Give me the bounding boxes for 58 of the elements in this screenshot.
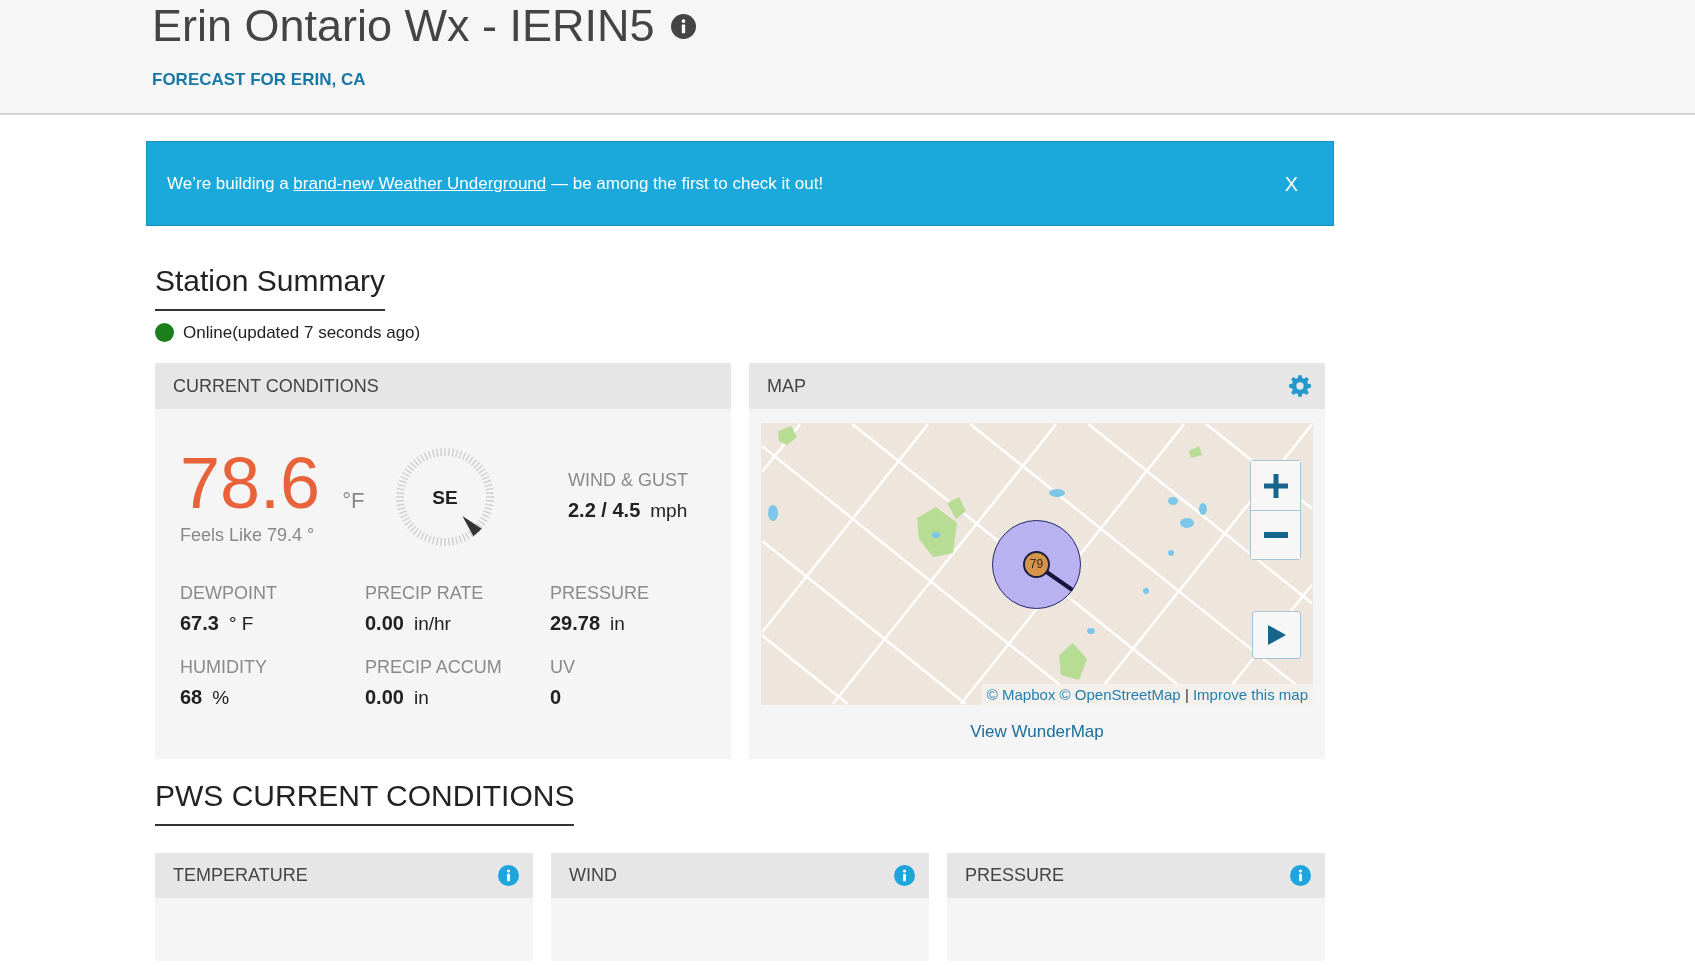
metric-label: UV	[550, 656, 576, 678]
feels-like-text: Feels Like 79.4 °	[180, 524, 316, 546]
temperature-unit: °F	[342, 487, 365, 515]
lake-area	[768, 505, 778, 521]
wind-value: 2.2 / 4.5 mph	[568, 498, 688, 523]
panel-title: WIND	[569, 864, 617, 887]
announcement-text: We’re building a brand-new Weather Underground — be among the first to check it out!	[167, 172, 824, 195]
attribution-link[interactable]: Improve this map	[1192, 686, 1308, 703]
lake-area	[1168, 550, 1174, 556]
compass-ring-icon	[395, 447, 495, 547]
metric-value: 29.78 in	[550, 611, 626, 636]
temperature-value: 78.6	[180, 447, 321, 519]
park-area	[1059, 643, 1087, 680]
announcement-link[interactable]: brand-new Weather Underground	[293, 173, 547, 193]
forecast-link[interactable]: FORECAST FOR ERIN, CA	[152, 70, 366, 90]
metric-value: 68 %	[180, 685, 231, 710]
attribution-separator: |	[1184, 686, 1189, 703]
metric-value: 0.00 in/hr	[365, 611, 452, 636]
section-heading: Station Summary	[155, 263, 386, 311]
section-heading: PWS CURRENT CONDITIONS	[155, 778, 575, 826]
wundermap-link[interactable]: View WunderMap	[970, 721, 1104, 742]
metric-label: PRECIP ACCUM	[365, 656, 503, 678]
lake-area	[1168, 497, 1178, 505]
station-title: Erin Ontario Wx - IERIN5	[152, 0, 655, 52]
attribution-link[interactable]: © OpenStreetMap	[1059, 686, 1181, 703]
zoom-out-button[interactable]	[1251, 510, 1300, 559]
panel-title: PRESSURE	[965, 864, 1065, 887]
metric-label: PRESSURE	[550, 582, 651, 604]
temperature-marker[interactable]: 79	[1023, 551, 1050, 578]
lake-area	[1180, 518, 1194, 528]
lake-area	[1049, 489, 1065, 497]
panel-title: MAP	[767, 374, 806, 398]
close-button[interactable]: X	[1282, 171, 1300, 196]
metric-value: 0.00 in	[365, 685, 430, 710]
wind-direction: SE	[432, 486, 458, 508]
play-icon	[1267, 625, 1286, 645]
lake-area	[1087, 628, 1095, 634]
lake-area	[932, 532, 940, 538]
lake-area	[1199, 503, 1207, 515]
settings-icon[interactable]	[1289, 375, 1311, 397]
metric-label: PRECIP RATE	[365, 582, 485, 604]
attribution-link[interactable]: © Mapbox	[986, 686, 1056, 703]
compass-arrow-icon	[462, 515, 482, 537]
panel-title: CURRENT CONDITIONS	[173, 374, 379, 398]
metric-label: DEWPOINT	[180, 582, 278, 604]
park-area	[778, 426, 797, 445]
minus-icon	[1263, 532, 1288, 538]
metric-value: 0	[550, 685, 563, 710]
park-area	[1189, 446, 1202, 458]
metric-value: 67.3 ° F	[180, 611, 255, 636]
info-icon[interactable]	[670, 13, 696, 39]
panel-title: TEMPERATURE	[173, 864, 308, 887]
metric-label: HUMIDITY	[180, 656, 268, 678]
status-text: Online(updated 7 seconds ago)	[183, 323, 421, 342]
metric-label: WIND & GUST	[568, 469, 688, 491]
lake-area	[1143, 588, 1149, 594]
play-button[interactable]	[1252, 611, 1301, 659]
plus-icon	[1263, 473, 1288, 498]
